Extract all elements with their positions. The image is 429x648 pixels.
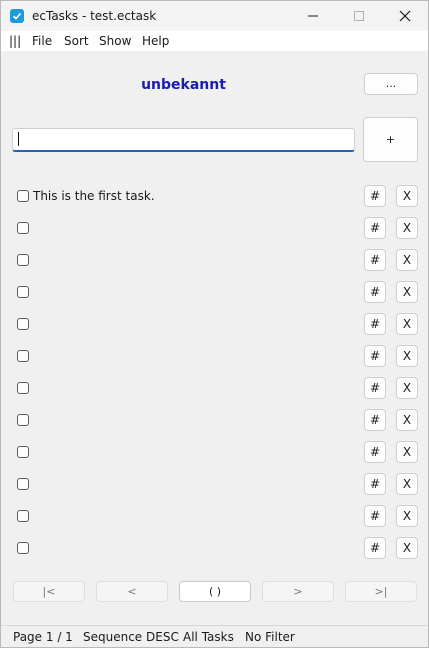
task-checkbox[interactable] [17, 382, 29, 394]
task-edit-button[interactable]: # [364, 217, 386, 239]
task-delete-button[interactable]: X [396, 537, 418, 559]
add-task-button[interactable]: + [363, 117, 418, 162]
task-checkbox[interactable] [17, 318, 29, 330]
task-delete-button[interactable]: X [396, 377, 418, 399]
task-checkbox[interactable] [17, 478, 29, 490]
more-button[interactable]: ... [364, 73, 418, 95]
next-page-button[interactable]: > [262, 581, 334, 602]
window-title: ecTasks - test.ectask [32, 9, 157, 23]
task-delete-button[interactable]: X [396, 505, 418, 527]
task-row: # X [1, 345, 428, 369]
task-edit-button[interactable]: # [364, 249, 386, 271]
text-caret [18, 132, 19, 146]
status-filter: No Filter [245, 630, 295, 644]
task-row: # X [1, 537, 428, 561]
close-button[interactable] [382, 1, 428, 31]
list-name-label: unbekannt [141, 77, 226, 93]
task-delete-button[interactable]: X [396, 185, 418, 207]
prev-page-button[interactable]: < [96, 581, 168, 602]
task-row: This is the first task. # X [1, 185, 428, 209]
task-delete-button[interactable]: X [396, 345, 418, 367]
task-row: # X [1, 473, 428, 497]
task-checkbox[interactable] [17, 542, 29, 554]
menu-sort[interactable]: Sort [64, 34, 89, 48]
task-row: # X [1, 281, 428, 305]
menu-show[interactable]: Show [99, 34, 131, 48]
hamburger-menu-icon[interactable]: ||| [9, 34, 21, 48]
task-edit-button[interactable]: # [364, 537, 386, 559]
task-row: # X [1, 217, 428, 241]
task-delete-button[interactable]: X [396, 249, 418, 271]
status-bar-divider [1, 625, 428, 626]
task-row: # X [1, 313, 428, 337]
app-checkbox-icon [10, 9, 24, 23]
app-window: ecTasks - test.ectask ||| File Sort Show… [0, 0, 429, 648]
task-checkbox[interactable] [17, 350, 29, 362]
current-page-button[interactable]: ( ) [179, 581, 251, 602]
task-edit-button[interactable]: # [364, 281, 386, 303]
task-text: This is the first task. [33, 189, 155, 203]
task-edit-button[interactable]: # [364, 441, 386, 463]
task-row: # X [1, 249, 428, 273]
status-sequence: Sequence DESC [83, 630, 179, 644]
task-row: # X [1, 505, 428, 529]
task-edit-button[interactable]: # [364, 473, 386, 495]
minimize-button[interactable] [290, 1, 336, 31]
first-page-button[interactable]: |< [13, 581, 85, 602]
menu-help[interactable]: Help [142, 34, 169, 48]
menu-bar: ||| File Sort Show Help [1, 31, 428, 51]
maximize-button[interactable] [336, 1, 382, 31]
task-checkbox[interactable] [17, 190, 29, 202]
task-edit-button[interactable]: # [364, 409, 386, 431]
last-page-button[interactable]: >| [345, 581, 417, 602]
status-page: Page 1 / 1 [13, 630, 73, 644]
status-filter-scope: All Tasks [183, 630, 234, 644]
task-checkbox[interactable] [17, 414, 29, 426]
task-row: # X [1, 377, 428, 401]
task-checkbox[interactable] [17, 222, 29, 234]
task-row: # X [1, 441, 428, 465]
title-bar[interactable]: ecTasks - test.ectask [1, 1, 428, 31]
task-edit-button[interactable]: # [364, 377, 386, 399]
task-checkbox[interactable] [17, 286, 29, 298]
task-delete-button[interactable]: X [396, 409, 418, 431]
task-delete-button[interactable]: X [396, 313, 418, 335]
task-input[interactable] [12, 128, 355, 152]
task-checkbox[interactable] [17, 510, 29, 522]
task-edit-button[interactable]: # [364, 185, 386, 207]
menu-file[interactable]: File [32, 34, 52, 48]
task-row: # X [1, 409, 428, 433]
task-edit-button[interactable]: # [364, 345, 386, 367]
task-delete-button[interactable]: X [396, 281, 418, 303]
task-edit-button[interactable]: # [364, 505, 386, 527]
task-delete-button[interactable]: X [396, 473, 418, 495]
task-checkbox[interactable] [17, 446, 29, 458]
task-edit-button[interactable]: # [364, 313, 386, 335]
task-delete-button[interactable]: X [396, 217, 418, 239]
task-delete-button[interactable]: X [396, 441, 418, 463]
task-checkbox[interactable] [17, 254, 29, 266]
